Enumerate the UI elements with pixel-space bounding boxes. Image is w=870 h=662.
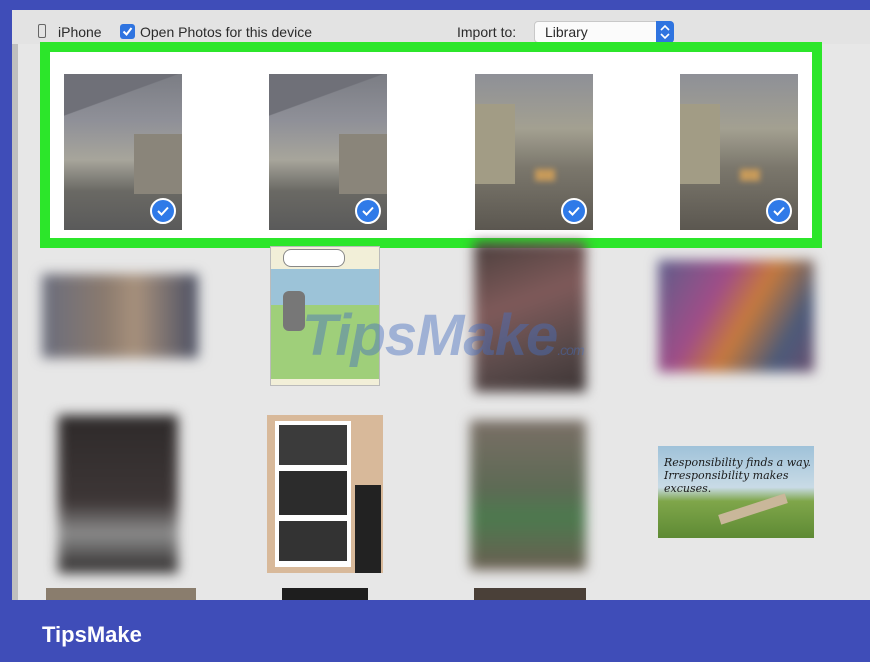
checkmark-icon — [122, 27, 133, 37]
watermark: TipsMake.com — [302, 302, 585, 369]
import-destination-select[interactable]: Library — [534, 21, 674, 43]
window-left-edge — [12, 10, 18, 600]
photo-thumbnail[interactable] — [658, 260, 814, 372]
selected-photo-4[interactable] — [680, 74, 798, 230]
photo-thumbnail[interactable] — [470, 420, 586, 570]
footer-brand: TipsMake — [42, 622, 142, 647]
photo-thumbnail[interactable] — [474, 588, 586, 600]
watermark-suffix: .com — [557, 342, 584, 358]
device-name: iPhone — [58, 24, 102, 40]
photo-thumbnail[interactable] — [58, 415, 178, 573]
selected-photo-1[interactable] — [64, 74, 182, 230]
iphone-icon — [38, 24, 46, 38]
selected-check-icon — [561, 198, 587, 224]
quote-photo-thumbnail[interactable]: Responsibility finds a way. Irresponsibi… — [658, 446, 814, 538]
import-toolbar: iPhone Open Photos for this device Impor… — [12, 10, 870, 44]
photo-thumbnail[interactable] — [46, 588, 196, 600]
selected-photos-highlight — [40, 42, 822, 248]
watermark-text: TipsMake — [302, 303, 558, 368]
import-to-label: Import to: — [457, 24, 517, 40]
selected-check-icon — [150, 198, 176, 224]
selected-check-icon — [355, 198, 381, 224]
selected-check-icon — [766, 198, 792, 224]
selected-photo-3[interactable] — [475, 74, 593, 230]
photo-thumbnail[interactable] — [42, 274, 198, 358]
open-photos-checkbox[interactable] — [120, 24, 135, 39]
import-destination-value: Library — [545, 24, 588, 40]
open-photos-label: Open Photos for this device — [140, 24, 312, 40]
quote-text: Responsibility finds a way. Irresponsibi… — [664, 456, 811, 495]
photo-thumbnail[interactable] — [282, 588, 368, 600]
photos-import-window: iPhone Open Photos for this device Impor… — [12, 10, 870, 600]
select-arrows-icon — [656, 21, 674, 43]
selected-photo-2[interactable] — [269, 74, 387, 230]
ultrasound-photo-thumbnail[interactable] — [267, 415, 383, 573]
footer-bar: TipsMake — [0, 600, 870, 662]
